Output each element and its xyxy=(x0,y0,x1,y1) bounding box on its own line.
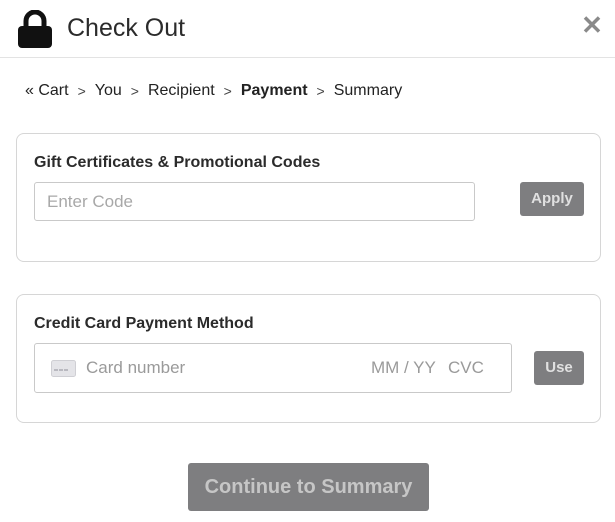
breadcrumb-summary[interactable]: Summary xyxy=(334,81,402,101)
gift-panel-title: Gift Certificates & Promotional Codes xyxy=(34,154,321,171)
card-entry-field[interactable] xyxy=(34,343,512,393)
cvc-input[interactable] xyxy=(448,352,498,384)
checkout-header: Check Out ✕ xyxy=(0,0,615,58)
expiry-input[interactable] xyxy=(371,352,441,384)
use-card-button[interactable]: Use xyxy=(534,351,584,385)
breadcrumb-separator: > xyxy=(130,83,139,99)
gift-code-panel: Gift Certificates & Promotional Codes Ap… xyxy=(16,133,601,262)
promo-code-input[interactable] xyxy=(34,182,475,221)
page-title: Check Out xyxy=(67,14,186,42)
breadcrumb-separator: > xyxy=(223,83,232,99)
breadcrumb-separator: > xyxy=(316,83,325,99)
breadcrumb-recipient[interactable]: Recipient xyxy=(148,81,215,101)
card-number-input[interactable] xyxy=(86,352,346,384)
breadcrumb-you[interactable]: You xyxy=(95,81,122,101)
breadcrumb-payment: Payment xyxy=(240,82,308,99)
breadcrumb-cart[interactable]: « Cart xyxy=(25,81,69,101)
lock-icon xyxy=(18,10,52,48)
breadcrumb-separator: > xyxy=(77,83,86,99)
apply-button[interactable]: Apply xyxy=(520,182,584,216)
close-icon[interactable]: ✕ xyxy=(579,12,605,38)
breadcrumb: « Cart > You > Recipient > Payment > Sum… xyxy=(25,81,402,101)
credit-card-panel: Credit Card Payment Method Use xyxy=(16,294,601,423)
continue-to-summary-button[interactable]: Continue to Summary xyxy=(188,463,429,511)
credit-card-icon xyxy=(51,360,76,377)
card-panel-title: Credit Card Payment Method xyxy=(34,315,254,332)
